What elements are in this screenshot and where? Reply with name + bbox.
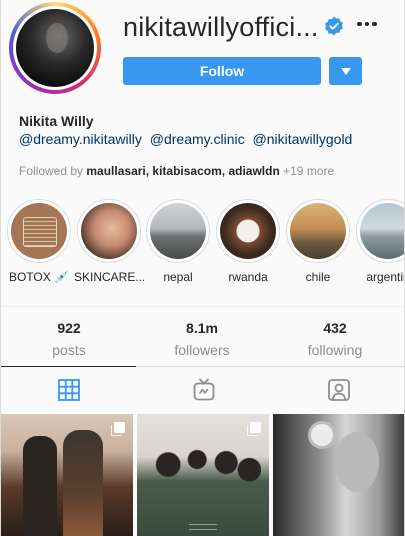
caret-down-icon [340, 67, 351, 75]
post-thumbnail[interactable] [273, 414, 404, 536]
bio-mention-link[interactable]: @nikitawillygold [253, 131, 353, 147]
following-stat[interactable]: 432 following [275, 320, 395, 358]
posts-grid [1, 414, 404, 536]
tab-tagged[interactable] [271, 368, 404, 412]
post-thumbnail[interactable] [1, 414, 133, 536]
highlight-cover [360, 203, 404, 259]
bio-mention-link[interactable]: @dreamy.nikitawilly [19, 131, 142, 147]
highlight-item[interactable]: SKINCARE... [74, 199, 144, 284]
highlight-label: BOTOX 💉 [8, 270, 70, 284]
highlight-label: rwanda [228, 270, 268, 284]
resize-handle-icon[interactable] [189, 524, 217, 530]
avatar-photo [16, 9, 94, 87]
profile-page: nikitawillyoffici... Follow Nikita Willy… [0, 0, 405, 536]
highlight-cover [81, 203, 137, 259]
followed-by-users: maullasari, kitabisacom, adiawldn [86, 164, 280, 178]
followers-label: followers [174, 342, 230, 358]
highlight-cover [11, 203, 67, 259]
more-dot-icon [364, 21, 370, 27]
highlight-item[interactable]: nepal [143, 199, 213, 284]
highlight-label: argentin [366, 270, 404, 284]
profile-username: nikitawillyoffici... [123, 12, 319, 42]
carousel-icon [111, 422, 125, 436]
more-dot-icon [372, 21, 377, 27]
following-label: following [307, 342, 363, 358]
posts-label: posts [52, 342, 86, 358]
follow-button[interactable]: Follow [123, 57, 321, 85]
highlight-item[interactable]: chile [283, 199, 353, 284]
highlight-item[interactable]: rwanda [213, 199, 283, 284]
grid-icon [57, 379, 80, 401]
carousel-icon [247, 422, 261, 436]
posts-stat: 922 posts [9, 320, 129, 358]
bio-mentions: @dreamy.nikitawilly @dreamy.clinic @niki… [19, 131, 356, 147]
more-options-button[interactable] [352, 12, 382, 36]
followed-by-more: +19 more [283, 164, 335, 178]
posts-count: 922 [57, 320, 81, 336]
highlight-label: chile [305, 270, 331, 284]
active-tab-indicator [1, 366, 136, 367]
profile-full-name: Nikita Willy [19, 113, 94, 129]
tab-posts-grid[interactable] [1, 368, 136, 412]
highlight-item[interactable]: BOTOX 💉 [4, 199, 74, 284]
followers-stat[interactable]: 8.1m followers [142, 320, 262, 358]
story-highlights: BOTOX 💉 SKINCARE... nepal rwanda chile a… [1, 199, 404, 299]
more-dot-icon [357, 21, 362, 27]
highlight-cover [150, 203, 206, 259]
highlight-item[interactable]: argentin [353, 199, 404, 284]
following-count: 432 [323, 320, 347, 336]
post-thumbnail[interactable] [137, 414, 269, 536]
highlight-label: SKINCARE... [74, 270, 144, 284]
divider [1, 306, 404, 307]
suggested-accounts-button[interactable] [329, 57, 362, 85]
igtv-icon [193, 378, 214, 401]
followed-by-line[interactable]: Followed by maullasari, kitabisacom, adi… [19, 164, 334, 178]
profile-avatar[interactable] [9, 2, 101, 94]
tab-igtv[interactable] [136, 368, 271, 412]
followed-by-prefix: Followed by [19, 164, 84, 178]
tagged-icon [327, 379, 350, 401]
followers-count: 8.1m [186, 320, 218, 336]
highlight-cover [220, 203, 276, 259]
bio-mention-link[interactable]: @dreamy.clinic [150, 131, 245, 147]
highlight-label: nepal [163, 270, 193, 284]
highlight-cover [290, 203, 346, 259]
verified-badge-icon [325, 16, 343, 36]
